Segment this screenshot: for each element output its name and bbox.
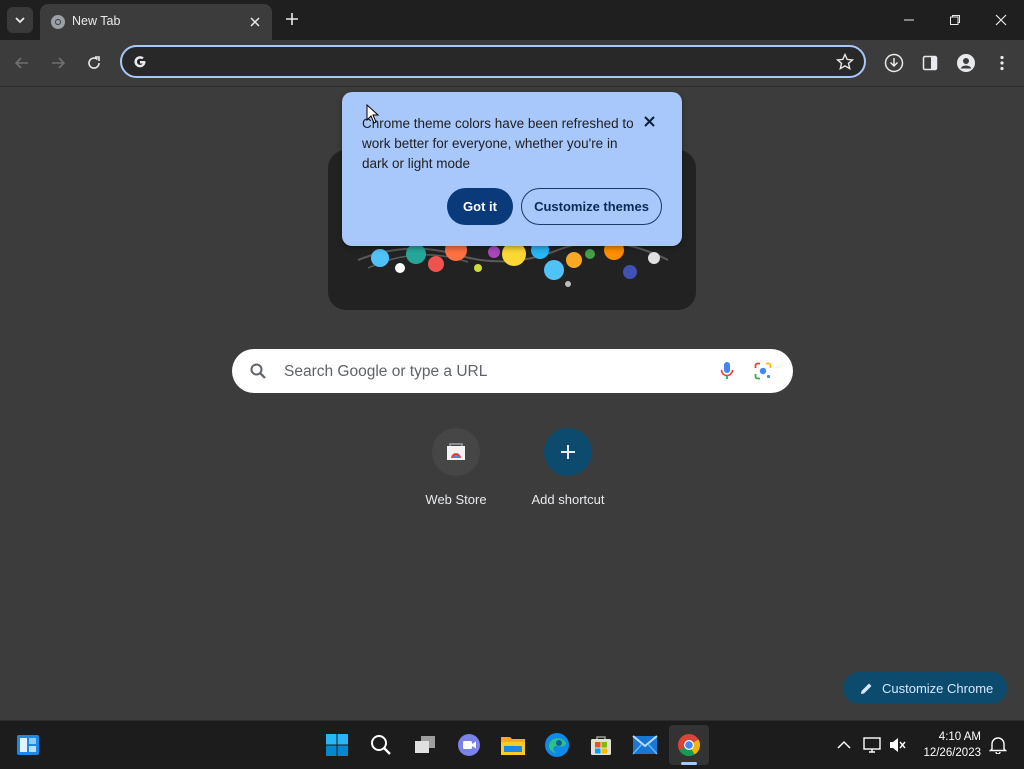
search-button[interactable] bbox=[367, 731, 395, 759]
reload-icon bbox=[88, 56, 100, 69]
widgets-button[interactable] bbox=[14, 731, 42, 759]
tab-new-tab[interactable]: New Tab bbox=[40, 4, 272, 40]
chrome-taskbar-button[interactable] bbox=[669, 725, 709, 765]
volume-icon bbox=[890, 738, 906, 752]
shortcut-label: Add shortcut bbox=[531, 492, 605, 507]
close-window-button[interactable] bbox=[989, 8, 1013, 32]
profile-button[interactable] bbox=[954, 51, 978, 75]
active-indicator bbox=[681, 762, 697, 765]
start-icon bbox=[326, 734, 348, 756]
lens-icon[interactable] bbox=[754, 362, 772, 380]
got-it-button[interactable]: Got it bbox=[447, 188, 513, 225]
back-icon bbox=[14, 57, 28, 69]
tab-title: New Tab bbox=[72, 14, 121, 28]
restore-icon bbox=[950, 15, 960, 25]
start-button[interactable] bbox=[323, 731, 351, 759]
address-bar[interactable] bbox=[120, 45, 866, 78]
file-explorer-icon bbox=[501, 737, 525, 755]
chevron-up-icon bbox=[837, 740, 851, 749]
minimize-icon bbox=[904, 19, 914, 21]
promo-close-button[interactable] bbox=[640, 114, 658, 132]
system-clock[interactable]: 4:10 AM 12/26/2023 bbox=[923, 729, 981, 761]
download-icon bbox=[884, 53, 904, 73]
tab-list-icon bbox=[15, 17, 25, 24]
search-box[interactable]: Search Google or type a URL bbox=[232, 349, 793, 393]
shortcut-web-store[interactable]: Web Store bbox=[396, 426, 516, 516]
web-store-icon bbox=[447, 443, 465, 460]
clock-date: 12/26/2023 bbox=[923, 747, 981, 759]
restore-button[interactable] bbox=[943, 8, 967, 32]
reload-button[interactable] bbox=[82, 51, 106, 75]
plus-icon bbox=[561, 445, 575, 459]
volume-button[interactable] bbox=[884, 731, 912, 759]
menu-dots-icon bbox=[1000, 55, 1004, 71]
profile-icon bbox=[957, 54, 975, 72]
add-shortcut-tile bbox=[544, 428, 592, 476]
title-bar: New Tab bbox=[0, 0, 1024, 40]
network-icon bbox=[863, 737, 881, 753]
file-explorer-button[interactable] bbox=[499, 731, 527, 759]
customize-chrome-button[interactable]: Customize Chrome bbox=[843, 672, 1007, 704]
mic-icon[interactable] bbox=[720, 361, 734, 381]
shortcut-add[interactable]: Add shortcut bbox=[508, 426, 628, 516]
customize-themes-button[interactable]: Customize themes bbox=[521, 188, 662, 225]
network-button[interactable] bbox=[858, 731, 886, 759]
chrome-menu-button[interactable] bbox=[990, 51, 1014, 75]
google-g-icon bbox=[134, 56, 146, 68]
mail-button[interactable] bbox=[631, 731, 659, 759]
close-icon bbox=[643, 116, 655, 127]
chat-icon bbox=[458, 734, 480, 756]
store-icon bbox=[591, 736, 611, 755]
chrome-favicon-icon bbox=[51, 15, 65, 29]
search-icon bbox=[371, 735, 391, 755]
show-hidden-icons-button[interactable] bbox=[830, 731, 858, 759]
taskbar: 4:10 AM 12/26/2023 bbox=[0, 720, 1024, 769]
promo-message: Chrome theme colors have been refreshed … bbox=[362, 116, 634, 171]
chrome-icon bbox=[678, 734, 700, 756]
mouse-cursor-icon bbox=[366, 104, 380, 124]
new-tab-button[interactable] bbox=[282, 10, 302, 30]
task-view-icon bbox=[415, 736, 435, 753]
chat-button[interactable] bbox=[455, 731, 483, 759]
search-input[interactable]: Search Google or type a URL bbox=[284, 363, 487, 381]
notification-icon bbox=[989, 737, 1007, 754]
store-button[interactable] bbox=[587, 731, 615, 759]
tab-close-button[interactable] bbox=[246, 13, 264, 31]
task-view-button[interactable] bbox=[411, 731, 439, 759]
edge-icon bbox=[545, 733, 569, 757]
theme-promo-bubble: Chrome theme colors have been refreshed … bbox=[342, 92, 682, 246]
downloads-button[interactable] bbox=[882, 51, 906, 75]
forward-button[interactable] bbox=[46, 51, 70, 75]
close-icon bbox=[995, 14, 1007, 26]
mail-icon bbox=[632, 735, 658, 755]
star-icon[interactable] bbox=[836, 53, 854, 71]
tab-search-button[interactable] bbox=[7, 7, 33, 33]
forward-icon bbox=[52, 57, 66, 69]
pencil-icon bbox=[861, 683, 872, 694]
minimize-button[interactable] bbox=[897, 8, 921, 32]
web-store-tile bbox=[432, 428, 480, 476]
widgets-icon bbox=[17, 735, 39, 755]
shortcut-label: Web Store bbox=[425, 492, 487, 507]
side-panel-button[interactable] bbox=[918, 51, 942, 75]
close-icon bbox=[250, 17, 260, 27]
customize-chrome-label: Customize Chrome bbox=[882, 680, 994, 696]
plus-icon bbox=[286, 13, 298, 25]
notification-button[interactable] bbox=[984, 731, 1012, 759]
edge-button[interactable] bbox=[543, 731, 571, 759]
search-icon bbox=[250, 363, 266, 379]
clock-time: 4:10 AM bbox=[938, 731, 981, 743]
side-panel-icon bbox=[922, 55, 938, 71]
toolbar bbox=[0, 40, 1024, 87]
back-button[interactable] bbox=[10, 51, 34, 75]
